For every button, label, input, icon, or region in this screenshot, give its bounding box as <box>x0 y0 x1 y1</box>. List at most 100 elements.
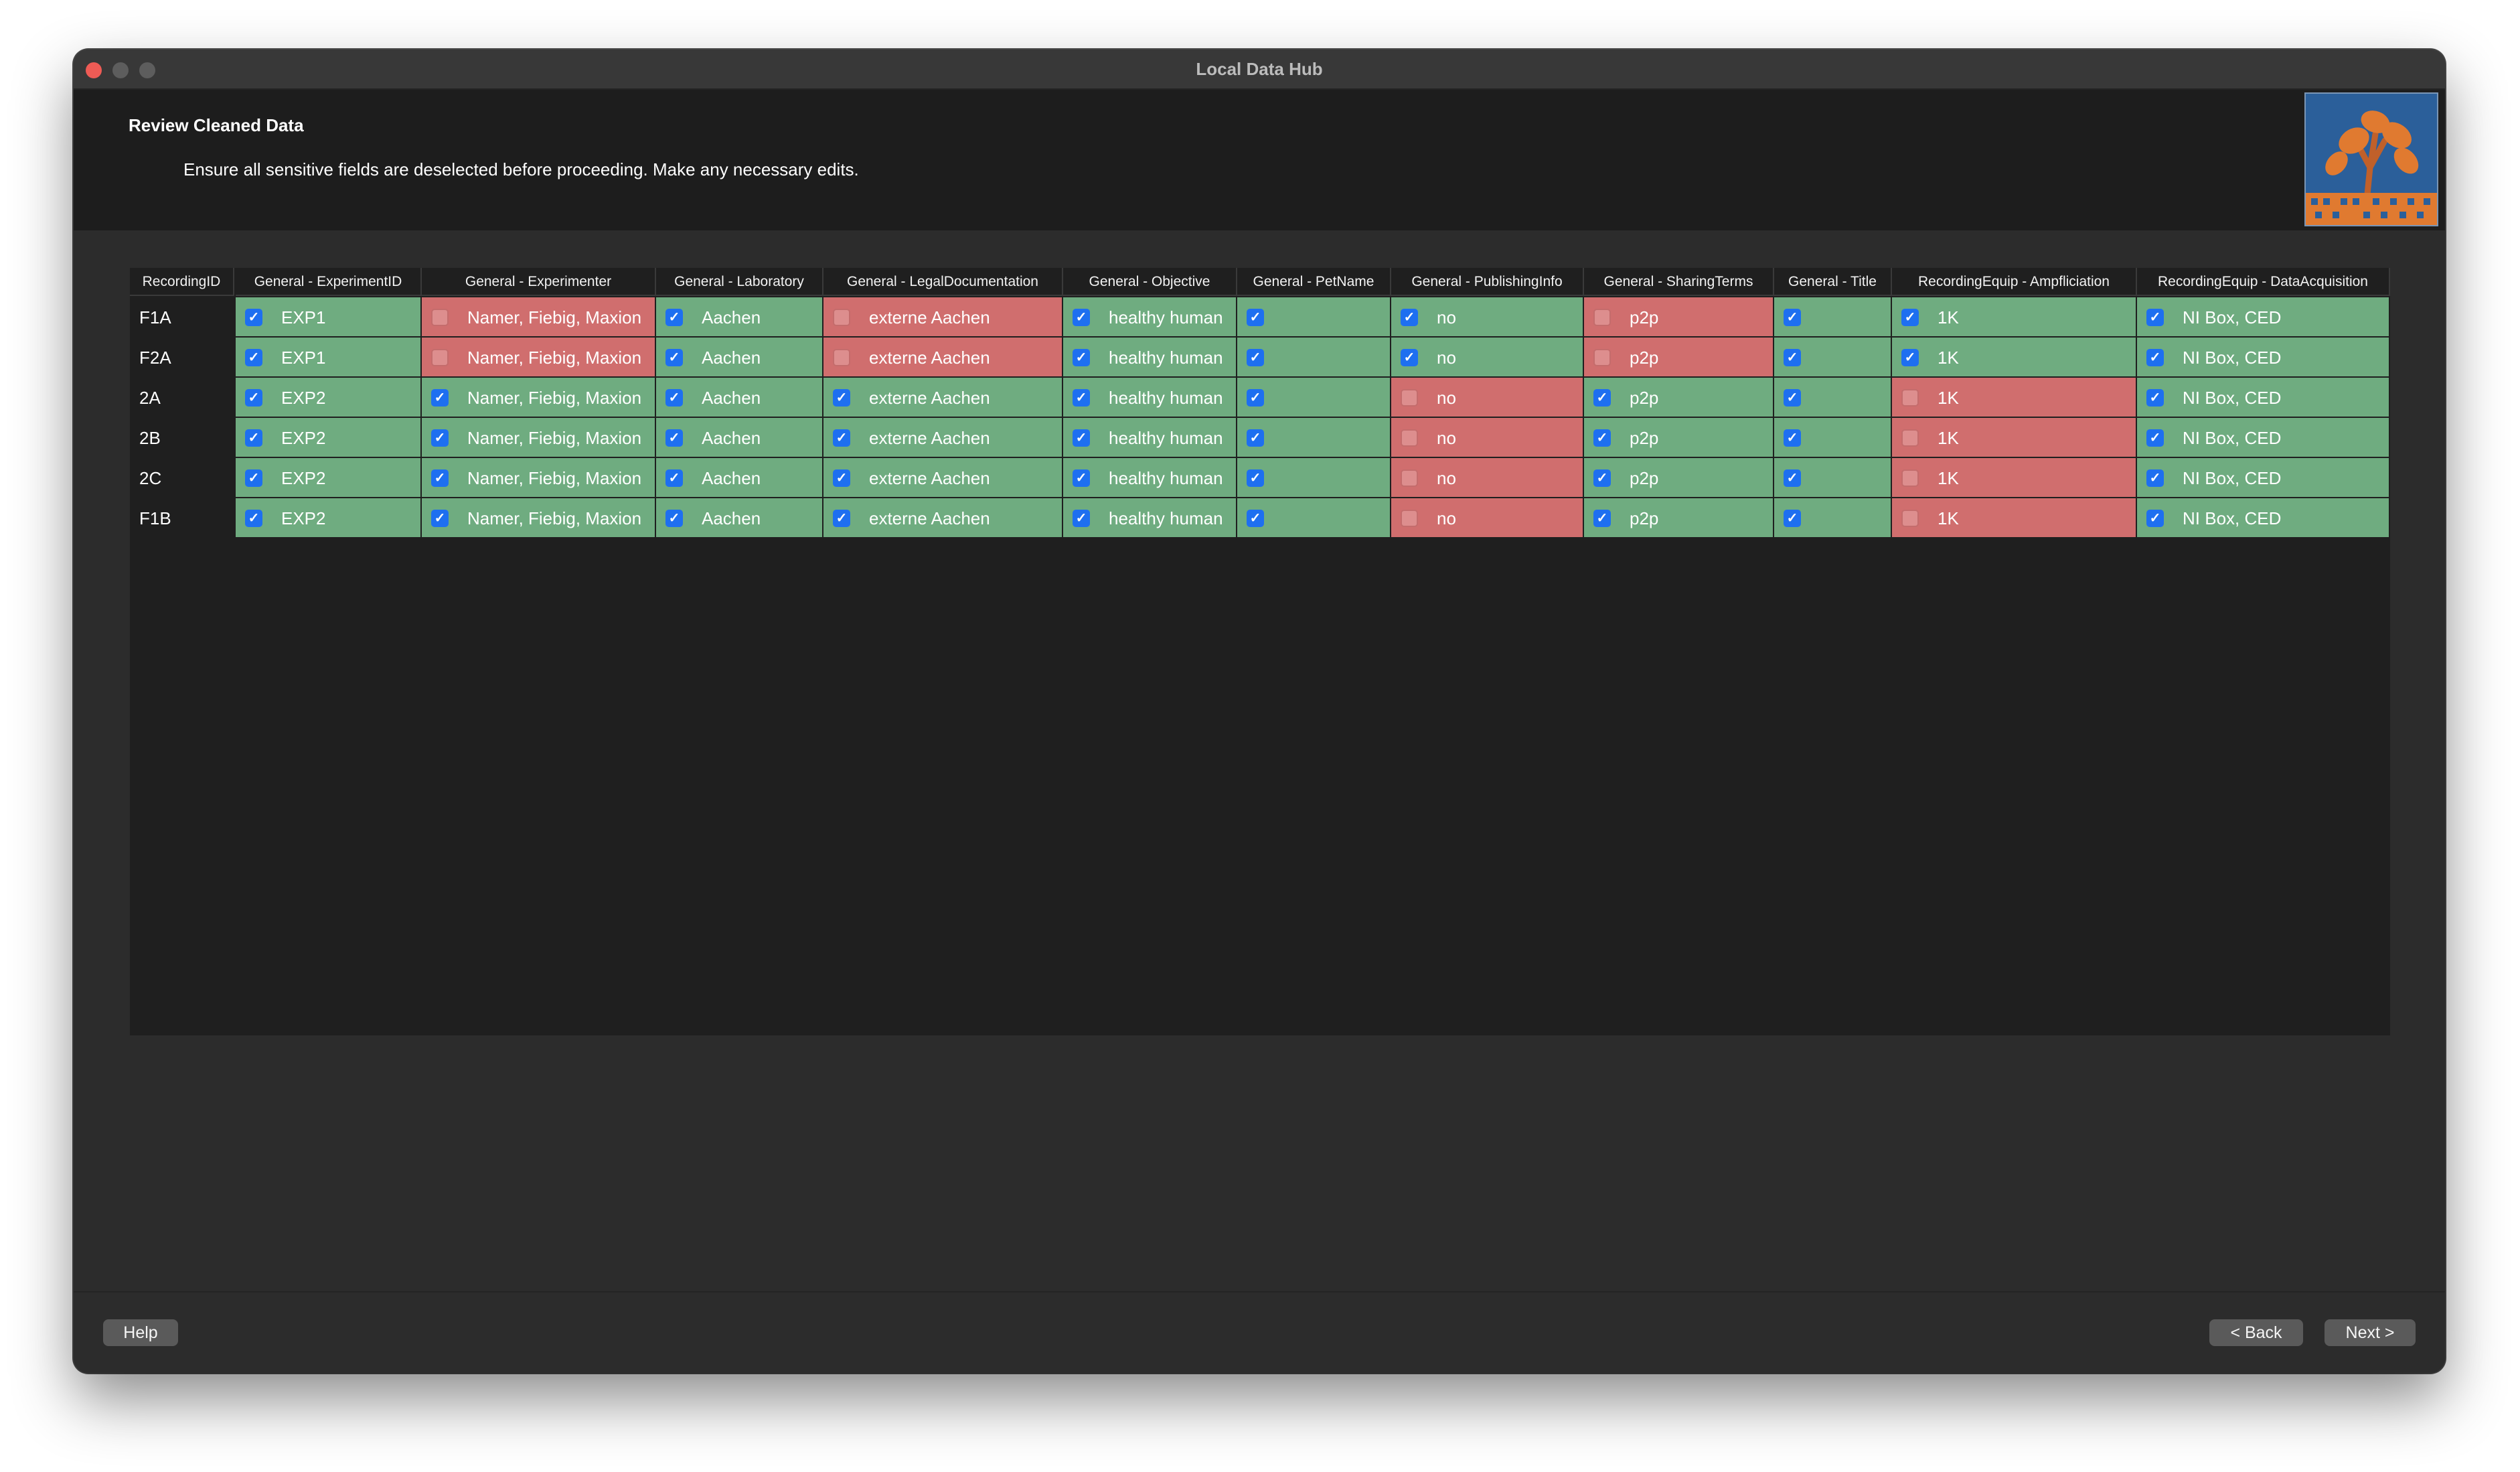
table-cell[interactable]: no <box>1391 498 1584 538</box>
checkbox-checked[interactable]: ✓ <box>1784 469 1801 487</box>
checkbox-checked[interactable]: ✓ <box>1901 309 1919 326</box>
checkbox-checked[interactable]: ✓ <box>1784 510 1801 527</box>
checkbox-checked[interactable]: ✓ <box>665 349 683 366</box>
table-cell[interactable]: ✓ <box>1237 498 1391 538</box>
table-cell[interactable]: ✓ EXP2 <box>236 458 422 498</box>
checkbox-checked[interactable]: ✓ <box>665 469 683 487</box>
table-cell[interactable]: no <box>1391 418 1584 458</box>
checkbox-unchecked[interactable] <box>1901 469 1919 487</box>
checkbox-checked[interactable]: ✓ <box>2146 389 2164 407</box>
table-cell[interactable]: ✓ healthy human <box>1063 338 1237 378</box>
table-cell[interactable]: ✓ EXP2 <box>236 378 422 418</box>
table-cell[interactable]: 1K <box>1892 378 2137 418</box>
checkbox-checked[interactable]: ✓ <box>1401 349 1418 366</box>
checkbox-checked[interactable]: ✓ <box>2146 469 2164 487</box>
checkbox-unchecked[interactable] <box>1401 510 1418 527</box>
checkbox-checked[interactable]: ✓ <box>665 510 683 527</box>
checkbox-checked[interactable]: ✓ <box>665 389 683 407</box>
checkbox-checked[interactable]: ✓ <box>1784 349 1801 366</box>
table-cell[interactable]: ✓ <box>1237 458 1391 498</box>
checkbox-unchecked[interactable] <box>1401 429 1418 447</box>
column-header[interactable]: General - LegalDocumentation <box>823 268 1063 296</box>
checkbox-checked[interactable]: ✓ <box>833 389 850 407</box>
checkbox-checked[interactable]: ✓ <box>245 349 262 366</box>
checkbox-checked[interactable]: ✓ <box>1784 389 1801 407</box>
table-cell[interactable]: ✓ p2p <box>1584 498 1774 538</box>
table-cell[interactable]: Namer, Fiebig, Maxion <box>422 297 656 338</box>
table-cell[interactable]: ✓ NI Box, CED <box>2137 378 2390 418</box>
table-cell[interactable]: ✓ NI Box, CED <box>2137 458 2390 498</box>
table-cell[interactable]: ✓ Aachen <box>656 418 823 458</box>
table-cell[interactable]: ✓ <box>1774 338 1892 378</box>
checkbox-checked[interactable]: ✓ <box>1401 309 1418 326</box>
column-header[interactable]: General - ExperimentID <box>236 268 422 296</box>
table-cell[interactable]: externe Aachen <box>823 338 1063 378</box>
table-cell[interactable]: 1K <box>1892 498 2137 538</box>
table-cell[interactable]: ✓ no <box>1391 338 1584 378</box>
table-cell[interactable]: externe Aachen <box>823 297 1063 338</box>
table-cell[interactable]: ✓ externe Aachen <box>823 498 1063 538</box>
table-cell[interactable]: ✓ healthy human <box>1063 297 1237 338</box>
table-cell[interactable]: ✓ healthy human <box>1063 498 1237 538</box>
table-cell[interactable]: ✓ <box>1237 338 1391 378</box>
column-header[interactable]: General - PublishingInfo <box>1391 268 1584 296</box>
column-header[interactable]: RecordingEquip - DataAcquisition <box>2137 268 2390 296</box>
checkbox-checked[interactable]: ✓ <box>2146 510 2164 527</box>
table-cell[interactable]: ✓ EXP2 <box>236 418 422 458</box>
table-cell[interactable]: ✓ externe Aachen <box>823 458 1063 498</box>
table-cell[interactable]: no <box>1391 458 1584 498</box>
checkbox-checked[interactable]: ✓ <box>431 510 449 527</box>
table-cell[interactable]: ✓ no <box>1391 297 1584 338</box>
checkbox-checked[interactable]: ✓ <box>245 309 262 326</box>
table-cell[interactable]: ✓ externe Aachen <box>823 378 1063 418</box>
checkbox-checked[interactable]: ✓ <box>833 429 850 447</box>
checkbox-checked[interactable]: ✓ <box>431 389 449 407</box>
table-cell[interactable]: ✓ <box>1237 297 1391 338</box>
table-cell[interactable]: ✓ p2p <box>1584 458 1774 498</box>
table-cell[interactable]: ✓ <box>1774 458 1892 498</box>
help-button[interactable]: Help <box>103 1319 178 1346</box>
table-cell[interactable]: ✓ EXP1 <box>236 297 422 338</box>
column-header[interactable]: RecordingEquip - Ampfliciation <box>1892 268 2137 296</box>
table-cell[interactable]: ✓ Aachen <box>656 458 823 498</box>
checkbox-checked[interactable]: ✓ <box>245 429 262 447</box>
table-cell[interactable]: ✓ <box>1774 378 1892 418</box>
checkbox-checked[interactable]: ✓ <box>1784 309 1801 326</box>
table-cell[interactable]: ✓ Aachen <box>656 498 823 538</box>
table-cell[interactable]: ✓ <box>1774 297 1892 338</box>
checkbox-unchecked[interactable] <box>1401 389 1418 407</box>
checkbox-checked[interactable]: ✓ <box>1593 389 1611 407</box>
checkbox-unchecked[interactable] <box>1593 349 1611 366</box>
checkbox-checked[interactable]: ✓ <box>431 469 449 487</box>
table-cell[interactable]: ✓ p2p <box>1584 418 1774 458</box>
table-cell[interactable]: ✓ <box>1774 418 1892 458</box>
table-cell[interactable]: ✓ <box>1237 378 1391 418</box>
checkbox-checked[interactable]: ✓ <box>1073 389 1090 407</box>
checkbox-unchecked[interactable] <box>1901 429 1919 447</box>
table-cell[interactable]: ✓ healthy human <box>1063 418 1237 458</box>
checkbox-checked[interactable]: ✓ <box>1247 469 1264 487</box>
table-cell[interactable]: ✓ healthy human <box>1063 458 1237 498</box>
table-cell[interactable]: ✓ healthy human <box>1063 378 1237 418</box>
table-cell[interactable]: ✓ NI Box, CED <box>2137 498 2390 538</box>
checkbox-checked[interactable]: ✓ <box>1247 510 1264 527</box>
checkbox-checked[interactable]: ✓ <box>1073 309 1090 326</box>
checkbox-checked[interactable]: ✓ <box>2146 429 2164 447</box>
checkbox-checked[interactable]: ✓ <box>833 469 850 487</box>
table-cell[interactable]: p2p <box>1584 297 1774 338</box>
checkbox-checked[interactable]: ✓ <box>1073 349 1090 366</box>
checkbox-unchecked[interactable] <box>1901 510 1919 527</box>
checkbox-checked[interactable]: ✓ <box>1901 349 1919 366</box>
table-cell[interactable]: ✓ NI Box, CED <box>2137 338 2390 378</box>
checkbox-checked[interactable]: ✓ <box>1073 510 1090 527</box>
table-cell[interactable]: ✓ Aachen <box>656 378 823 418</box>
checkbox-unchecked[interactable] <box>431 309 449 326</box>
table-cell[interactable]: ✓ Namer, Fiebig, Maxion <box>422 498 656 538</box>
table-cell[interactable]: ✓ NI Box, CED <box>2137 297 2390 338</box>
column-header[interactable]: General - PetName <box>1237 268 1391 296</box>
table-cell[interactable]: ✓ externe Aachen <box>823 418 1063 458</box>
checkbox-checked[interactable]: ✓ <box>1073 429 1090 447</box>
table-cell[interactable]: Namer, Fiebig, Maxion <box>422 338 656 378</box>
checkbox-checked[interactable]: ✓ <box>1593 469 1611 487</box>
table-cell[interactable]: ✓ Aachen <box>656 338 823 378</box>
